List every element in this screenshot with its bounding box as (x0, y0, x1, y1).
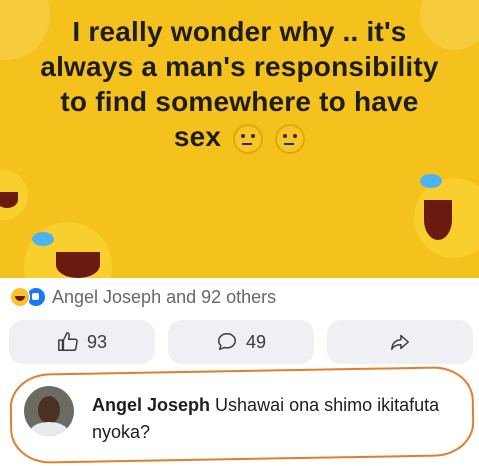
avatar[interactable] (24, 386, 74, 436)
reactions-text[interactable]: Angel Joseph and 92 others (52, 287, 276, 308)
like-button[interactable]: 93 (9, 320, 155, 364)
meme-image[interactable]: I really wonder why .. it's always a man… (0, 0, 479, 278)
post-actions: 93 49 (9, 320, 473, 366)
thinking-face-icon (233, 123, 264, 154)
reactions-summary[interactable]: Angel Joseph and 92 others (10, 284, 276, 310)
share-arrow-icon (391, 334, 409, 351)
haha-reaction-icon (10, 287, 30, 307)
like-count: 93 (86, 331, 108, 352)
comment-author[interactable]: Angel Joseph (92, 395, 210, 415)
meme-line-3: to find somewhere to have (60, 86, 419, 117)
meme-line-4: sex (0, 119, 479, 154)
comment-body: Angel Joseph Ushawai ona shimo ikitafuta… (92, 392, 462, 446)
meme-line-2: always a man's responsibility (40, 51, 439, 82)
comment: Angel Joseph Ushawai ona shimo ikitafuta… (9, 365, 475, 465)
laughing-emoji-icon (24, 222, 112, 278)
laughing-emoji-icon (0, 170, 28, 220)
meme-caption: I really wonder why .. it's always a man… (0, 14, 479, 154)
share-button[interactable] (327, 320, 473, 364)
comment-count: 49 (245, 331, 267, 352)
thumbs-up-icon (58, 332, 78, 351)
comment-button[interactable]: 49 (168, 320, 314, 364)
comment-bubble-icon (218, 333, 236, 351)
meme-line-4-text: sex (173, 121, 222, 152)
laughing-emoji-icon (414, 174, 479, 258)
thinking-face-icon (275, 123, 306, 154)
meme-line-1: I really wonder why .. it's (72, 16, 407, 47)
